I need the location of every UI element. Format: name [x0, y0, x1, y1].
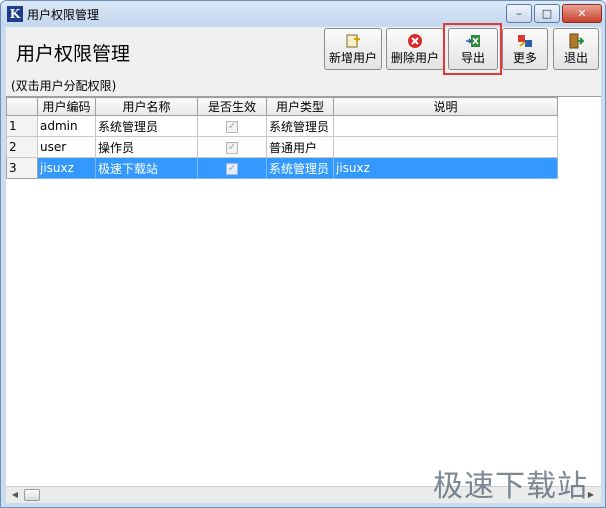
column-header-type[interactable]: 用户类型	[266, 97, 334, 116]
row-number[interactable]: 3	[6, 157, 38, 179]
export-highlight-box	[443, 23, 502, 75]
cell-type[interactable]: 普通用户	[266, 136, 334, 158]
users-grid: 用户编码 用户名称 是否生效 用户类型 说明 1 admin 系统管理员 ✓ 系…	[6, 96, 601, 486]
column-header-code[interactable]: 用户编码	[37, 97, 96, 116]
active-checkbox[interactable]: ✓	[226, 120, 238, 133]
scroll-left-icon[interactable]: ◀	[8, 489, 22, 501]
close-button[interactable]: ✕	[562, 4, 602, 23]
row-number-header	[6, 97, 38, 116]
cell-type[interactable]: 系统管理员	[266, 157, 334, 179]
cell-active[interactable]: ✓	[197, 157, 267, 179]
minimize-button[interactable]: –	[506, 4, 532, 23]
cell-type[interactable]: 系统管理员	[266, 115, 334, 137]
client-area: 用户权限管理 新增用户 删除用户 导出 更多 退出 (双击用户分配权限) 用户编…	[6, 23, 601, 503]
column-header-name[interactable]: 用户名称	[95, 97, 198, 116]
exit-label: 退出	[563, 51, 588, 65]
cell-active[interactable]: ✓	[197, 136, 267, 158]
table-row-selected[interactable]: 3 jisuxz 极速下载站 ✓ 系统管理员 jisuxz	[6, 157, 558, 179]
watermark-text: 极速下载站	[433, 469, 588, 504]
cell-name[interactable]: 操作员	[95, 136, 198, 158]
active-checkbox[interactable]: ✓	[226, 141, 238, 154]
window-title: 用户权限管理	[27, 8, 100, 22]
table-row[interactable]: 1 admin 系统管理员 ✓ 系统管理员	[6, 115, 558, 137]
cell-desc[interactable]: jisuxz	[333, 157, 558, 179]
delete-user-button[interactable]: 删除用户	[386, 28, 444, 70]
more-button[interactable]: 更多	[502, 28, 548, 70]
add-user-label: 新增用户	[328, 51, 377, 65]
row-number[interactable]: 2	[6, 136, 38, 158]
add-user-button[interactable]: 新增用户	[324, 28, 382, 70]
table-header-row: 用户编码 用户名称 是否生效 用户类型 说明	[6, 97, 558, 116]
page-title: 用户权限管理	[16, 43, 131, 65]
hint-text: (双击用户分配权限)	[11, 79, 117, 93]
cell-code[interactable]: admin	[37, 115, 96, 137]
maximize-button[interactable]: □	[534, 4, 560, 23]
add-user-icon	[346, 34, 360, 48]
scroll-thumb[interactable]	[24, 489, 40, 501]
active-checkbox[interactable]: ✓	[226, 162, 238, 175]
cell-active[interactable]: ✓	[197, 115, 267, 137]
delete-user-label: 删除用户	[390, 51, 439, 65]
cell-name[interactable]: 极速下载站	[95, 157, 198, 179]
cell-code[interactable]: user	[37, 136, 96, 158]
cell-code[interactable]: jisuxz	[37, 157, 96, 179]
more-icon	[518, 35, 532, 47]
cell-desc[interactable]	[333, 136, 558, 158]
app-logo-icon: K	[7, 6, 23, 22]
exit-button[interactable]: 退出	[553, 28, 599, 70]
cell-desc[interactable]	[333, 115, 558, 137]
app-window: K 用户权限管理 – □ ✕ 用户权限管理 新增用户 删除用户 导出 更多 退出…	[0, 0, 606, 508]
exit-door-icon	[569, 33, 584, 49]
row-number[interactable]: 1	[6, 115, 38, 137]
title-bar[interactable]: K 用户权限管理 – □ ✕	[1, 1, 605, 27]
users-table: 用户编码 用户名称 是否生效 用户类型 说明 1 admin 系统管理员 ✓ 系…	[6, 97, 558, 179]
cell-name[interactable]: 系统管理员	[95, 115, 198, 137]
delete-icon	[408, 34, 422, 48]
column-header-desc[interactable]: 说明	[333, 97, 558, 116]
table-row[interactable]: 2 user 操作员 ✓ 普通用户	[6, 136, 558, 158]
column-header-active[interactable]: 是否生效	[197, 97, 267, 116]
more-label: 更多	[512, 51, 537, 65]
